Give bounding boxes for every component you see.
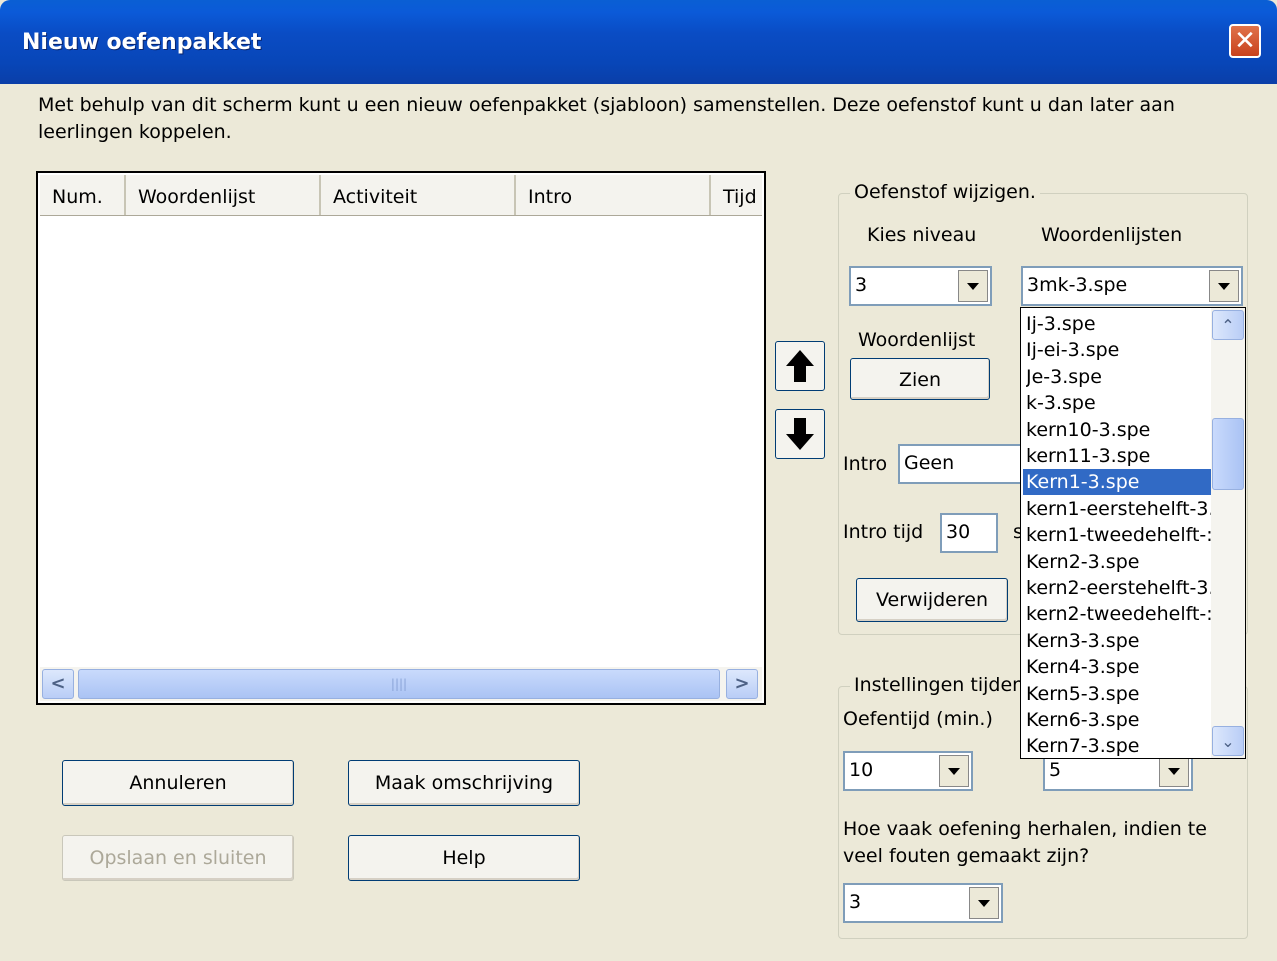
vertical-scrollbar[interactable]: ⌃ ⌄ bbox=[1211, 308, 1245, 758]
description-text: Met behulp van dit scherm kunt u een nie… bbox=[38, 94, 1175, 143]
intro-tijd-label: Intro tijd bbox=[843, 521, 924, 543]
oefentijd-dropdown-button[interactable] bbox=[939, 755, 969, 787]
dropdown-option[interactable]: Kern3-3.spe bbox=[1026, 628, 1211, 654]
chevron-down-icon: ⌄ bbox=[1221, 731, 1235, 751]
woordenlijst-dropdown-button[interactable] bbox=[1209, 270, 1239, 302]
woordenlijst-dropdown-list[interactable]: Ij-3.spe Ij-ei-3.spe Je-3.spe k-3.spe kern10… bbox=[1020, 307, 1246, 759]
scroll-up-button[interactable]: ⌃ bbox=[1212, 310, 1244, 340]
chevron-down-icon bbox=[1168, 767, 1180, 775]
dropdown-option[interactable]: Je-3.spe bbox=[1026, 364, 1211, 390]
oefentijd-label: Oefentijd (min.) bbox=[843, 708, 993, 730]
niveau-select-value: 3 bbox=[855, 274, 868, 296]
chevron-down-icon bbox=[1218, 282, 1230, 290]
second-time-select-value: 5 bbox=[1049, 759, 1062, 781]
oefenstof-group-label: Oefenstof wijzigen. bbox=[850, 181, 1040, 203]
dropdown-option[interactable]: kern1-tweedehelft-: bbox=[1026, 522, 1211, 548]
column-header-tijd[interactable]: Tijd bbox=[711, 175, 762, 215]
woordenlijst-label: Woordenlijst bbox=[858, 329, 976, 351]
chevron-up-icon: ⌃ bbox=[1221, 315, 1235, 335]
second-time-dropdown-button[interactable] bbox=[1159, 755, 1189, 787]
zien-button[interactable]: Zien bbox=[850, 358, 990, 400]
scroll-thumb[interactable] bbox=[1212, 418, 1244, 490]
woordenlijst-select-value: 3mk-3.spe bbox=[1027, 274, 1128, 296]
help-button[interactable]: Help bbox=[348, 835, 580, 881]
herhalen-dropdown-button[interactable] bbox=[969, 887, 999, 919]
arrow-up-icon bbox=[786, 350, 814, 382]
herhalen-select-value: 3 bbox=[849, 891, 862, 913]
column-header-intro[interactable]: Intro bbox=[516, 175, 711, 215]
chevron-down-icon bbox=[978, 899, 990, 907]
listview-header: Num. Woordenlijst Activiteit Intro Tijd bbox=[40, 175, 762, 216]
maak-omschrijving-button[interactable]: Maak omschrijving bbox=[348, 760, 580, 806]
close-icon: ✕ bbox=[1234, 26, 1256, 56]
oefentijd-select[interactable]: 10 bbox=[843, 751, 973, 791]
chevron-right-icon: > bbox=[734, 673, 750, 694]
intro-tijd-field[interactable]: 30 bbox=[940, 513, 998, 553]
dropdown-option[interactable]: Kern6-3.spe bbox=[1026, 707, 1211, 733]
scroll-thumb[interactable]: |||| bbox=[78, 669, 720, 699]
niveau-dropdown-button[interactable] bbox=[958, 270, 988, 302]
verwijderen-button[interactable]: Verwijderen bbox=[856, 578, 1008, 622]
dropdown-option[interactable]: Ij-3.spe bbox=[1026, 311, 1211, 337]
dropdown-option[interactable]: kern1-eerstehelft-3. bbox=[1026, 496, 1211, 522]
dropdown-option[interactable]: k-3.spe bbox=[1026, 390, 1211, 416]
dropdown-option[interactable]: kern11-3.spe bbox=[1026, 443, 1211, 469]
dropdown-option[interactable]: Kern5-3.spe bbox=[1026, 681, 1211, 707]
package-listview[interactable]: Num. Woordenlijst Activiteit Intro Tijd … bbox=[36, 171, 766, 705]
scroll-right-button[interactable]: > bbox=[726, 669, 758, 699]
dropdown-option[interactable]: Ij-ei-3.spe bbox=[1026, 337, 1211, 363]
horizontal-scrollbar[interactable]: < |||| > bbox=[40, 667, 762, 701]
dialog-window: Nieuw oefenpakket ✕ Met behulp van dit s… bbox=[0, 0, 1277, 961]
opslaan-en-sluiten-button[interactable]: Opslaan en sluiten bbox=[62, 835, 294, 881]
chevron-down-icon bbox=[967, 282, 979, 290]
intro-label: Intro bbox=[843, 453, 888, 475]
intro-field[interactable]: Geen bbox=[898, 444, 1023, 484]
chevron-left-icon: < bbox=[50, 673, 66, 694]
title-bar[interactable]: Nieuw oefenpakket ✕ bbox=[0, 0, 1277, 84]
arrow-down-icon bbox=[786, 418, 814, 450]
dropdown-option[interactable]: kern2-eerstehelft-3. bbox=[1026, 575, 1211, 601]
move-down-button[interactable] bbox=[775, 409, 825, 459]
instellingen-group-label: Instellingen tijden bbox=[850, 674, 1029, 696]
dropdown-option[interactable]: Kern1-3.spe bbox=[1023, 469, 1212, 496]
herhalen-label: Hoe vaak oefening herhalen, indien te ve… bbox=[843, 818, 1207, 867]
herhalen-select[interactable]: 3 bbox=[843, 883, 1003, 923]
dropdown-option[interactable]: Kern7-3.spe bbox=[1026, 733, 1211, 758]
chevron-down-icon bbox=[948, 767, 960, 775]
close-button[interactable]: ✕ bbox=[1229, 24, 1261, 58]
woordenlijsten-label: Woordenlijsten bbox=[1041, 224, 1183, 246]
dropdown-option[interactable]: Kern4-3.spe bbox=[1026, 654, 1211, 680]
column-header-woordenlijst[interactable]: Woordenlijst bbox=[126, 175, 321, 215]
scroll-down-button[interactable]: ⌄ bbox=[1212, 726, 1244, 756]
kies-niveau-label: Kies niveau bbox=[867, 224, 977, 246]
column-header-activiteit[interactable]: Activiteit bbox=[321, 175, 516, 215]
dropdown-option[interactable]: kern10-3.spe bbox=[1026, 417, 1211, 443]
woordenlijst-select[interactable]: 3mk-3.spe bbox=[1021, 266, 1243, 306]
column-header-num[interactable]: Num. bbox=[40, 175, 126, 215]
oefentijd-select-value: 10 bbox=[849, 759, 874, 781]
annuleren-button[interactable]: Annuleren bbox=[62, 760, 294, 806]
niveau-select[interactable]: 3 bbox=[849, 266, 992, 306]
window-title: Nieuw oefenpakket bbox=[22, 30, 262, 55]
dropdown-option[interactable]: Kern2-3.spe bbox=[1026, 549, 1211, 575]
scroll-left-button[interactable]: < bbox=[42, 669, 74, 699]
dropdown-option[interactable]: kern2-tweedehelft-: bbox=[1026, 601, 1211, 627]
move-up-button[interactable] bbox=[775, 341, 825, 391]
